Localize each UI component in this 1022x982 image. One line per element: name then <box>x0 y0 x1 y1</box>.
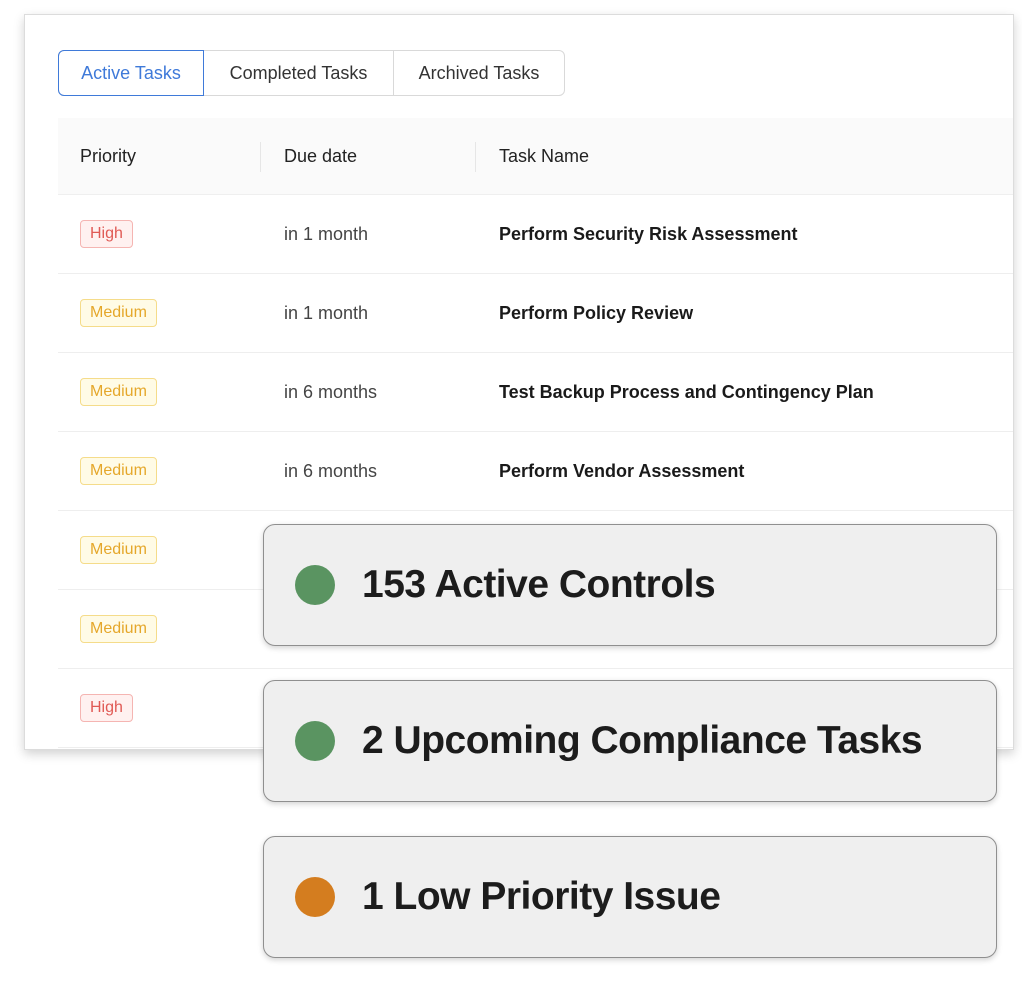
task-name-cell[interactable]: Test Backup Process and Contingency Plan <box>499 353 874 431</box>
task-name-cell[interactable]: Perform Vendor Assessment <box>499 432 744 510</box>
column-header-priority[interactable]: Priority <box>80 118 136 194</box>
column-header-task-name[interactable]: Task Name <box>499 118 589 194</box>
summary-card-text: 1 Low Priority Issue <box>362 875 721 918</box>
priority-cell: High <box>80 195 133 273</box>
due-date-cell: in 6 months <box>284 460 378 481</box>
priority-badge: High <box>80 694 133 722</box>
due-date-cell: in 1 month <box>284 223 369 244</box>
priority-cell: Medium <box>80 511 157 589</box>
summary-card-upcoming-tasks: 2 Upcoming Compliance Tasks <box>263 680 997 802</box>
priority-badge: Medium <box>80 299 157 327</box>
priority-badge: Medium <box>80 536 157 564</box>
due-date-cell: in 6 months <box>284 381 378 402</box>
column-header-due-date[interactable]: Due date <box>284 118 357 194</box>
table-row[interactable]: Medium in 6 months Test Backup Process and… <box>58 353 1013 432</box>
status-dot-icon <box>295 721 335 761</box>
tab-archived-tasks[interactable]: Archived Tasks <box>394 51 564 95</box>
priority-cell: Medium <box>80 432 157 510</box>
status-dot-icon <box>295 877 335 917</box>
table-body: High in 1 month Perform Security Risk Asse… <box>58 195 1013 748</box>
tasks-table: Priority Due date Task Name High in 1 mon… <box>58 118 1013 748</box>
table-header: Priority Due date Task Name <box>58 118 1013 195</box>
column-divider <box>475 142 476 172</box>
tab-completed-tasks[interactable]: Completed Tasks <box>204 51 394 95</box>
table-row[interactable]: Medium in 6 months Perform Vendor Assessme… <box>58 432 1013 511</box>
priority-cell: Medium <box>80 353 157 431</box>
status-dot-icon <box>295 565 335 605</box>
priority-cell: Medium <box>80 274 157 352</box>
tab-active-tasks[interactable]: Active Tasks <box>58 50 204 96</box>
table-row[interactable]: High in 1 month Perform Security Risk Asse… <box>58 195 1013 274</box>
due-date-cell: in 1 month <box>284 302 369 323</box>
task-name-cell[interactable]: Perform Security Risk Assessment <box>499 195 797 273</box>
priority-cell: High <box>80 669 133 747</box>
priority-badge: Medium <box>80 615 157 643</box>
column-divider <box>260 142 261 172</box>
summary-card-low-priority-issue: 1 Low Priority Issue <box>263 836 997 958</box>
priority-badge: Medium <box>80 378 157 406</box>
task-name-cell[interactable]: Perform Policy Review <box>499 274 693 352</box>
table-row[interactable]: Medium in 1 month Perform Policy Review <box>58 274 1013 353</box>
summary-card-active-controls: 153 Active Controls <box>263 524 997 646</box>
priority-badge: High <box>80 220 133 248</box>
priority-badge: Medium <box>80 457 157 485</box>
task-tabs: Active Tasks Completed Tasks Archived Ta… <box>58 50 565 96</box>
summary-card-text: 2 Upcoming Compliance Tasks <box>362 719 923 762</box>
priority-cell: Medium <box>80 590 157 668</box>
summary-card-text: 153 Active Controls <box>362 563 716 606</box>
